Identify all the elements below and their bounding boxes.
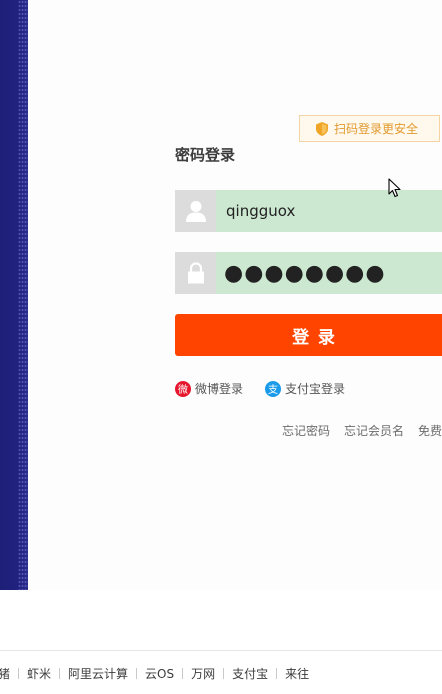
- alipay-login-link[interactable]: 支 支付宝登录: [265, 380, 345, 397]
- footer-divider: [276, 668, 278, 679]
- username-input[interactable]: qingguox: [216, 190, 442, 232]
- footer-link[interactable]: 云OS: [145, 665, 174, 682]
- weibo-login-label: 微博登录: [195, 382, 244, 396]
- footer-link[interactable]: 万网: [191, 665, 215, 682]
- free-register-link[interactable]: 免费: [418, 422, 442, 439]
- shield-icon: [316, 121, 328, 136]
- alipay-icon: 支: [265, 380, 281, 397]
- footer-divider: [182, 668, 184, 679]
- forgot-username-link[interactable]: 忘记会员名: [344, 422, 404, 439]
- user-icon: [175, 190, 216, 232]
- footer-link[interactable]: 来往: [285, 665, 309, 682]
- footer-links: 猪 虾米 阿里云计算 云OS 万网 支付宝 来往: [0, 665, 309, 682]
- login-page: 扫码登录更安全 密码登录 qingguox ●●●●●●●● 登 录 微 微博登…: [0, 0, 442, 694]
- forgot-password-link[interactable]: 忘记密码: [282, 422, 330, 439]
- footer-divider: [136, 668, 138, 679]
- login-button-label: 登 录: [292, 327, 337, 347]
- qr-tip-label: 扫码登录更安全: [334, 122, 419, 136]
- login-panel: [28, 0, 442, 590]
- alipay-login-label: 支付宝登录: [285, 382, 346, 396]
- left-banner: [0, 0, 28, 590]
- password-input[interactable]: ●●●●●●●●: [216, 252, 442, 294]
- footer-link[interactable]: 支付宝: [232, 665, 268, 682]
- weibo-icon: 微: [175, 380, 191, 397]
- qr-login-tip[interactable]: 扫码登录更安全: [299, 115, 440, 142]
- footer-link[interactable]: 阿里云计算: [68, 665, 128, 682]
- help-links: 忘记密码 忘记会员名 免费: [282, 422, 442, 439]
- login-title: 密码登录: [175, 146, 236, 164]
- footer: 猪 虾米 阿里云计算 云OS 万网 支付宝 来往: [0, 650, 442, 694]
- mouse-cursor-icon: [388, 178, 402, 202]
- footer-divider: [18, 668, 20, 679]
- login-button[interactable]: 登 录: [175, 314, 442, 356]
- footer-divider: [59, 668, 61, 679]
- password-field[interactable]: ●●●●●●●●: [175, 252, 442, 294]
- weibo-login-link[interactable]: 微 微博登录: [175, 380, 243, 397]
- footer-divider: [223, 668, 225, 679]
- footer-link[interactable]: 虾米: [27, 665, 51, 682]
- lock-icon: [175, 252, 216, 294]
- footer-link[interactable]: 猪: [0, 665, 10, 682]
